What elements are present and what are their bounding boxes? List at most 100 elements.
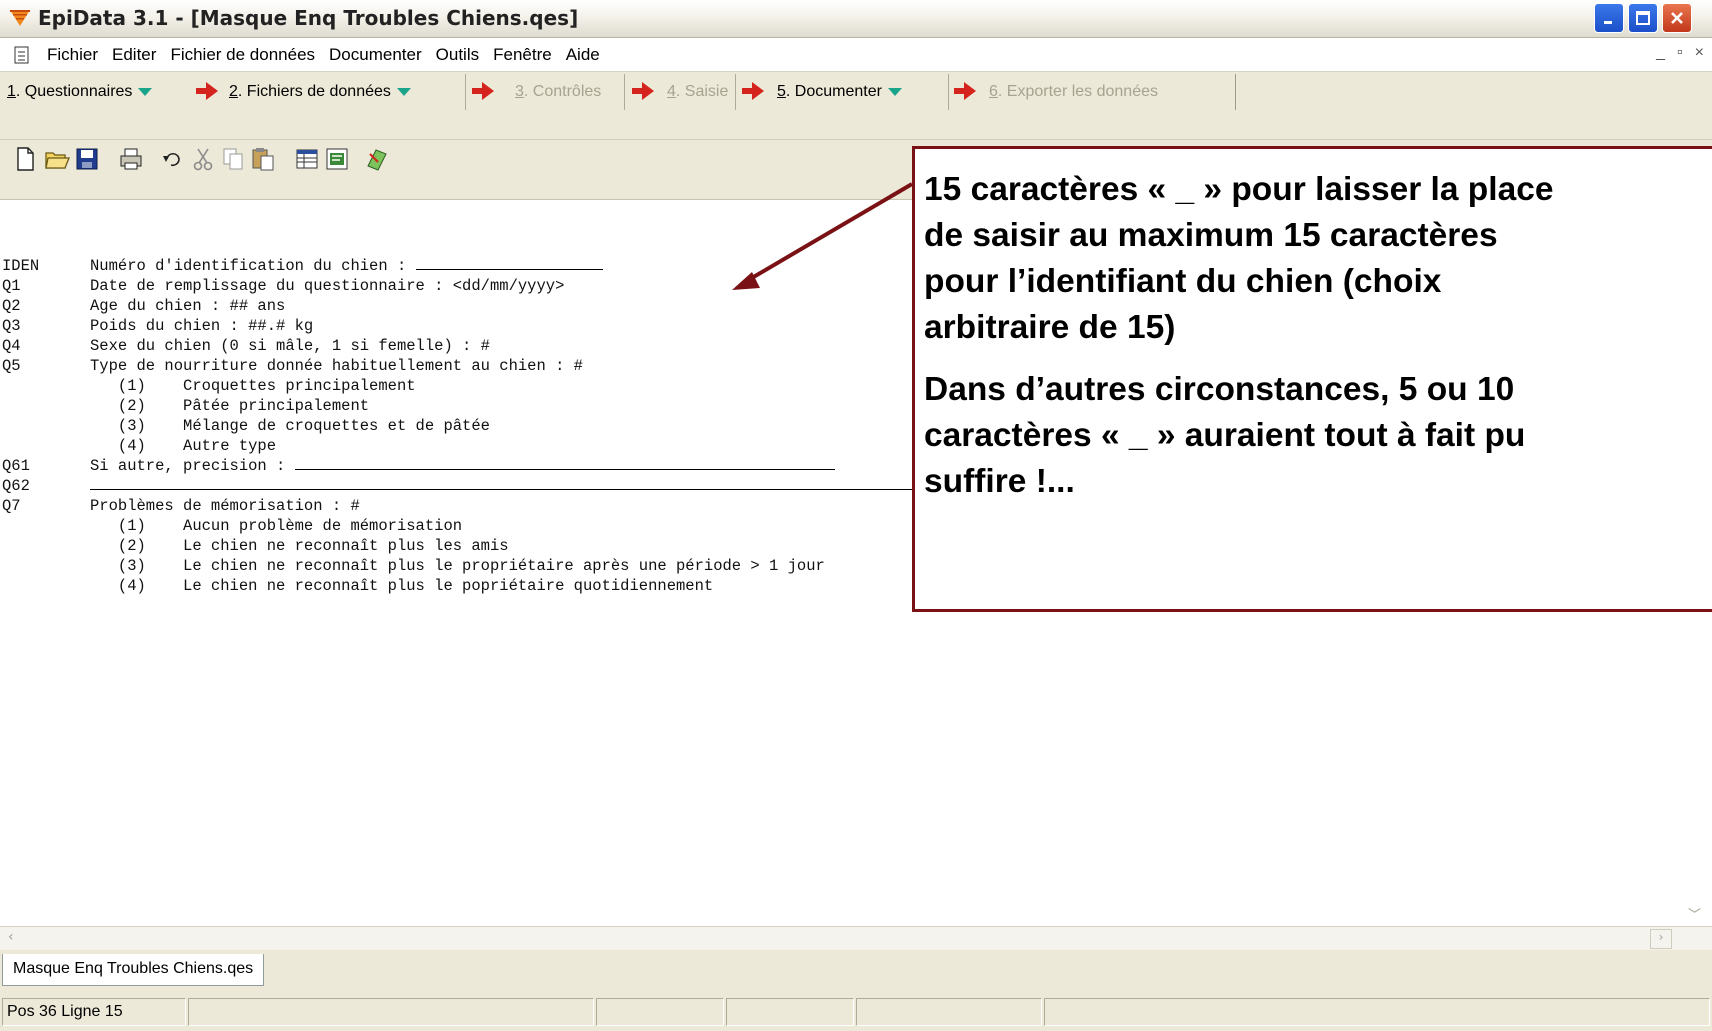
field-text: (2) Le chien ne reconnaît plus les amis: [90, 537, 509, 555]
step-number: 1: [7, 83, 16, 100]
step-number: 4: [667, 83, 676, 100]
maximize-icon: [1636, 11, 1650, 25]
step-controles-button[interactable]: 3. Contrôles: [510, 77, 606, 107]
field-text: (4) Autre type: [90, 437, 277, 455]
field-code: Q4: [2, 337, 21, 355]
undo-icon[interactable]: [160, 146, 186, 172]
field-text: Date de remplissage du questionnaire : <…: [90, 277, 565, 295]
menu-aide[interactable]: Aide: [559, 45, 607, 65]
toolbar-separator: [624, 74, 625, 110]
mdi-minimize-icon[interactable]: _: [1656, 44, 1665, 62]
close-button[interactable]: [1662, 3, 1692, 33]
field-code: Q61: [2, 457, 30, 475]
line-q7-option-1: (1) Aucun problème de mémorisation: [2, 516, 462, 536]
line-q5-option-3: (3) Mélange de croquettes et de pâtée: [2, 416, 490, 436]
menu-editer[interactable]: Editer: [105, 45, 163, 65]
field-text: (2) Pâtée principalement: [90, 397, 370, 415]
field-text: (4) Le chien ne reconnaît plus le poprié…: [90, 577, 714, 595]
line-q3: Q3 Poids du chien : ##.# kg: [2, 316, 313, 336]
arrow-right-icon: [954, 82, 976, 100]
line-q5-option-4: (4) Autre type: [2, 436, 276, 456]
scroll-down-icon[interactable]: ﹀: [1688, 904, 1708, 924]
codebook-icon[interactable]: [324, 146, 350, 172]
maximize-button[interactable]: [1628, 3, 1658, 33]
dropdown-caret-icon: [138, 88, 153, 96]
menu-bar: Fichier Editer Fichier de données Docume…: [0, 38, 1712, 72]
field-text: (3) Mélange de croquettes et de pâtée: [90, 417, 490, 435]
mdi-close-icon[interactable]: ×: [1695, 44, 1704, 62]
arrow-right-icon: [742, 82, 764, 100]
step-fichiers-de-donnees-button[interactable]: 2. Fichiers de données: [224, 77, 416, 107]
field-text: Numéro d'identification du chien :: [90, 257, 416, 275]
minimize-icon: [1604, 21, 1612, 24]
field-text: (1) Aucun problème de mémorisation: [90, 517, 463, 535]
menu-outils[interactable]: Outils: [429, 45, 486, 65]
menu-documenter[interactable]: Documenter: [322, 45, 429, 65]
open-folder-icon[interactable]: [44, 146, 70, 172]
new-file-icon[interactable]: [12, 146, 38, 172]
toolbar-separator: [465, 74, 466, 110]
copy-icon[interactable]: [220, 146, 246, 172]
step-label: . Questionnaires: [15, 83, 133, 100]
scroll-right-icon[interactable]: ›: [1650, 929, 1672, 949]
field-code: Q1: [2, 277, 21, 295]
close-icon: [1671, 12, 1683, 24]
annotation-callout: 15 caractères « _ » pour laisser la plac…: [912, 146, 1712, 612]
status-cell-empty: [856, 998, 1042, 1026]
title-bar[interactable]: EpiData 3.1 - [Masque Enq Troubles Chien…: [0, 0, 1712, 38]
blank-line: [90, 478, 916, 490]
field-list-icon[interactable]: [294, 146, 320, 172]
status-position: Pos 36 Ligne 15: [2, 998, 186, 1026]
field-text: (1) Croquettes principalement: [90, 377, 416, 395]
field-code: Q3: [2, 317, 21, 335]
save-icon[interactable]: [74, 146, 100, 172]
window-title: EpiData 3.1 - [Masque Enq Troubles Chien…: [38, 6, 579, 30]
mdi-document-icon[interactable]: [12, 46, 32, 64]
line-q7-option-4: (4) Le chien ne reconnaît plus le poprié…: [2, 576, 713, 596]
status-cell-empty: [188, 998, 594, 1026]
line-q61: Q61 Si autre, precision :: [2, 456, 835, 476]
minimize-button[interactable]: [1594, 3, 1624, 33]
step-questionnaires-button[interactable]: 1. Questionnaires: [2, 77, 157, 107]
preview-icon[interactable]: [364, 146, 390, 172]
field-text: Poids du chien : ##.# kg: [90, 317, 314, 335]
tab-masque-enq-troubles-chiens[interactable]: Masque Enq Troubles Chiens.qes: [2, 954, 265, 986]
cut-icon[interactable]: [190, 146, 216, 172]
step-documenter-button[interactable]: 5. Documenter: [772, 77, 907, 107]
paste-icon[interactable]: [250, 146, 276, 172]
status-cell-empty: [726, 998, 854, 1026]
field-code: Q62: [2, 477, 30, 495]
field-text: Sexe du chien (0 si mâle, 1 si femelle) …: [90, 337, 490, 355]
blank-15-chars: [415, 258, 603, 270]
print-icon[interactable]: [118, 146, 144, 172]
line-q2: Q2 Age du chien : ## ans: [2, 296, 285, 316]
field-code: Q2: [2, 297, 21, 315]
scroll-left-icon[interactable]: ‹: [8, 929, 14, 945]
callout-line: pour l’identifiant du chien (choix: [924, 263, 1442, 300]
callout-line: suffire !...: [924, 463, 1075, 500]
callout-line: caractères « _ » auraient tout à fait pu: [924, 417, 1526, 454]
workflow-toolbar: 1. Questionnaires 2. Fichiers de données…: [0, 72, 1712, 140]
step-label: . Saisie: [675, 83, 729, 100]
menu-fenetre[interactable]: Fenêtre: [486, 45, 559, 65]
line-q4: Q4 Sexe du chien (0 si mâle, 1 si femelle…: [2, 336, 490, 356]
callout-line: 15 caractères « _ » pour laisser la plac…: [924, 171, 1554, 208]
epidata-logo-icon: [10, 10, 30, 26]
status-bar: Pos 36 Ligne 15: [0, 992, 1712, 1031]
line-q5: Q5 Type de nourriture donnée habituelleme…: [2, 356, 583, 376]
status-cell-empty: [1044, 998, 1710, 1026]
step-label: . Fichiers de données: [237, 83, 391, 100]
step-saisie-button[interactable]: 4. Saisie: [662, 77, 733, 107]
mdi-restore-icon[interactable]: ▫: [1677, 44, 1683, 62]
step-exporter-button[interactable]: 6. Exporter les données: [984, 77, 1163, 107]
field-text: Problèmes de mémorisation : #: [90, 497, 360, 515]
horizontal-scrollbar[interactable]: ‹ ›: [0, 926, 1712, 950]
line-q5-option-1: (1) Croquettes principalement: [2, 376, 416, 396]
menu-fichier-de-donnees[interactable]: Fichier de données: [163, 45, 322, 65]
document-tabs: Masque Enq Troubles Chiens.qes: [0, 950, 1712, 992]
arrow-right-icon: [632, 82, 654, 100]
dropdown-caret-icon: [396, 88, 411, 96]
menu-fichier[interactable]: Fichier: [40, 45, 105, 65]
line-q7-option-3: (3) Le chien ne reconnaît plus le propri…: [2, 556, 825, 576]
field-text: Si autre, precision :: [90, 457, 295, 475]
